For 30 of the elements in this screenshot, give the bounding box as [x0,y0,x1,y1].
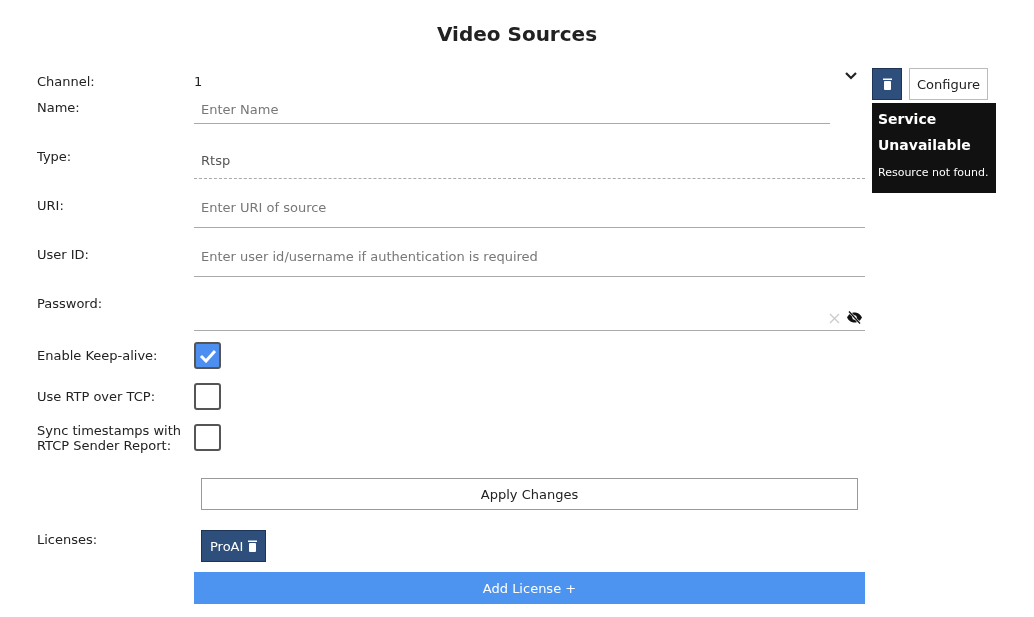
checkmark-icon [198,348,217,363]
option-label: Sync timestamps with RTCP Sender Report: [37,422,183,453]
field-label: Channel: [37,74,96,89]
text-field[interactable]: Enter user id/username if authentication is required [194,237,865,277]
text-field[interactable]: Enter Name [194,96,830,124]
tooltip-message: Resource not found. [878,166,990,179]
field-label: Name: [37,99,81,115]
configure-button[interactable]: Configure [909,68,988,100]
field-label: Licenses: [37,531,99,547]
option-label: Use RTP over TCP: [37,389,156,404]
field-label: URI: [37,197,65,213]
apply-changes-button[interactable]: Apply Changes [201,478,858,510]
checkbox[interactable] [194,383,221,410]
option-label: Enable Keep-alive: [37,348,159,363]
type-dropdown[interactable]: Rtsp [194,139,865,179]
text-field[interactable]: Enter URI of source [194,188,865,228]
checkbox[interactable] [194,424,221,451]
checkbox[interactable] [194,342,221,369]
eye-slash-icon[interactable] [846,311,863,324]
license-chip[interactable]: ProAI [201,530,267,562]
field-label: Password: [37,295,104,311]
field-label: Type: [37,148,73,164]
chevron-down-icon[interactable] [845,72,857,80]
delete-button[interactable] [872,68,902,100]
field-label: User ID: [37,246,90,262]
trash-icon [882,78,892,90]
tooltip-title: Service Unavailable [878,110,972,155]
trash-icon[interactable] [248,540,258,552]
page-title: Video Sources [435,21,599,48]
channel-value: 1 [194,74,204,89]
